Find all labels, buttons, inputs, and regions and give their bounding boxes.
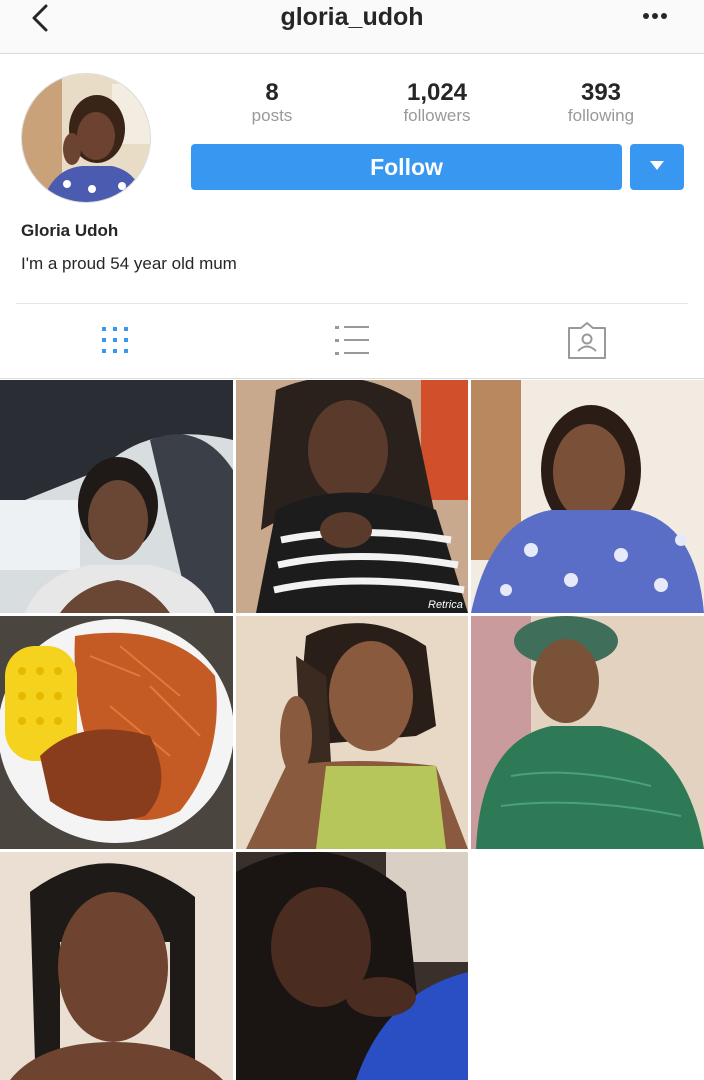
stat-posts-label: posts [251, 106, 293, 125]
profile-username: gloria_udoh [280, 3, 424, 31]
post-thumbnail[interactable] [0, 380, 233, 613]
tagged-person-icon [568, 322, 606, 359]
stat-posts[interactable]: 8 posts [202, 80, 342, 126]
stat-posts-count: 8 [265, 79, 279, 106]
stat-following[interactable]: 393 following [531, 80, 671, 126]
post-thumbnail[interactable] [0, 852, 233, 1080]
stat-followers-label: followers [403, 106, 471, 125]
tab-list-view[interactable] [322, 318, 382, 364]
follow-button[interactable]: Follow [191, 144, 622, 190]
post-thumbnail[interactable] [471, 380, 704, 613]
watermark: Retrica [428, 599, 463, 611]
more-dots-icon [643, 13, 667, 19]
grid-icon [102, 327, 128, 353]
posts-grid: Retrica [0, 380, 704, 1080]
stat-following-label: following [567, 106, 635, 125]
suggestions-dropdown-button[interactable] [630, 144, 684, 190]
profile-bio: I'm a proud 54 year old mum [21, 254, 237, 273]
profile-display-name: Gloria Udoh [21, 221, 119, 240]
top-bar: gloria_udoh [0, 0, 704, 54]
caret-down-icon [650, 161, 664, 170]
divider [0, 378, 704, 379]
list-icon [335, 326, 369, 355]
post-thumbnail[interactable]: Retrica [236, 380, 468, 613]
tab-tagged-view[interactable] [557, 318, 617, 364]
post-thumbnail[interactable] [236, 616, 468, 849]
stat-followers-count: 1,024 [406, 79, 468, 106]
post-thumbnail[interactable] [236, 852, 468, 1080]
tab-grid-view[interactable] [87, 318, 147, 364]
stat-followers[interactable]: 1,024 followers [367, 80, 507, 126]
stat-following-count: 393 [580, 79, 622, 106]
divider [16, 303, 688, 304]
profile-avatar[interactable] [21, 73, 151, 203]
post-thumbnail[interactable] [471, 616, 704, 849]
post-thumbnail[interactable] [0, 616, 233, 849]
more-options-button[interactable] [638, 6, 678, 26]
